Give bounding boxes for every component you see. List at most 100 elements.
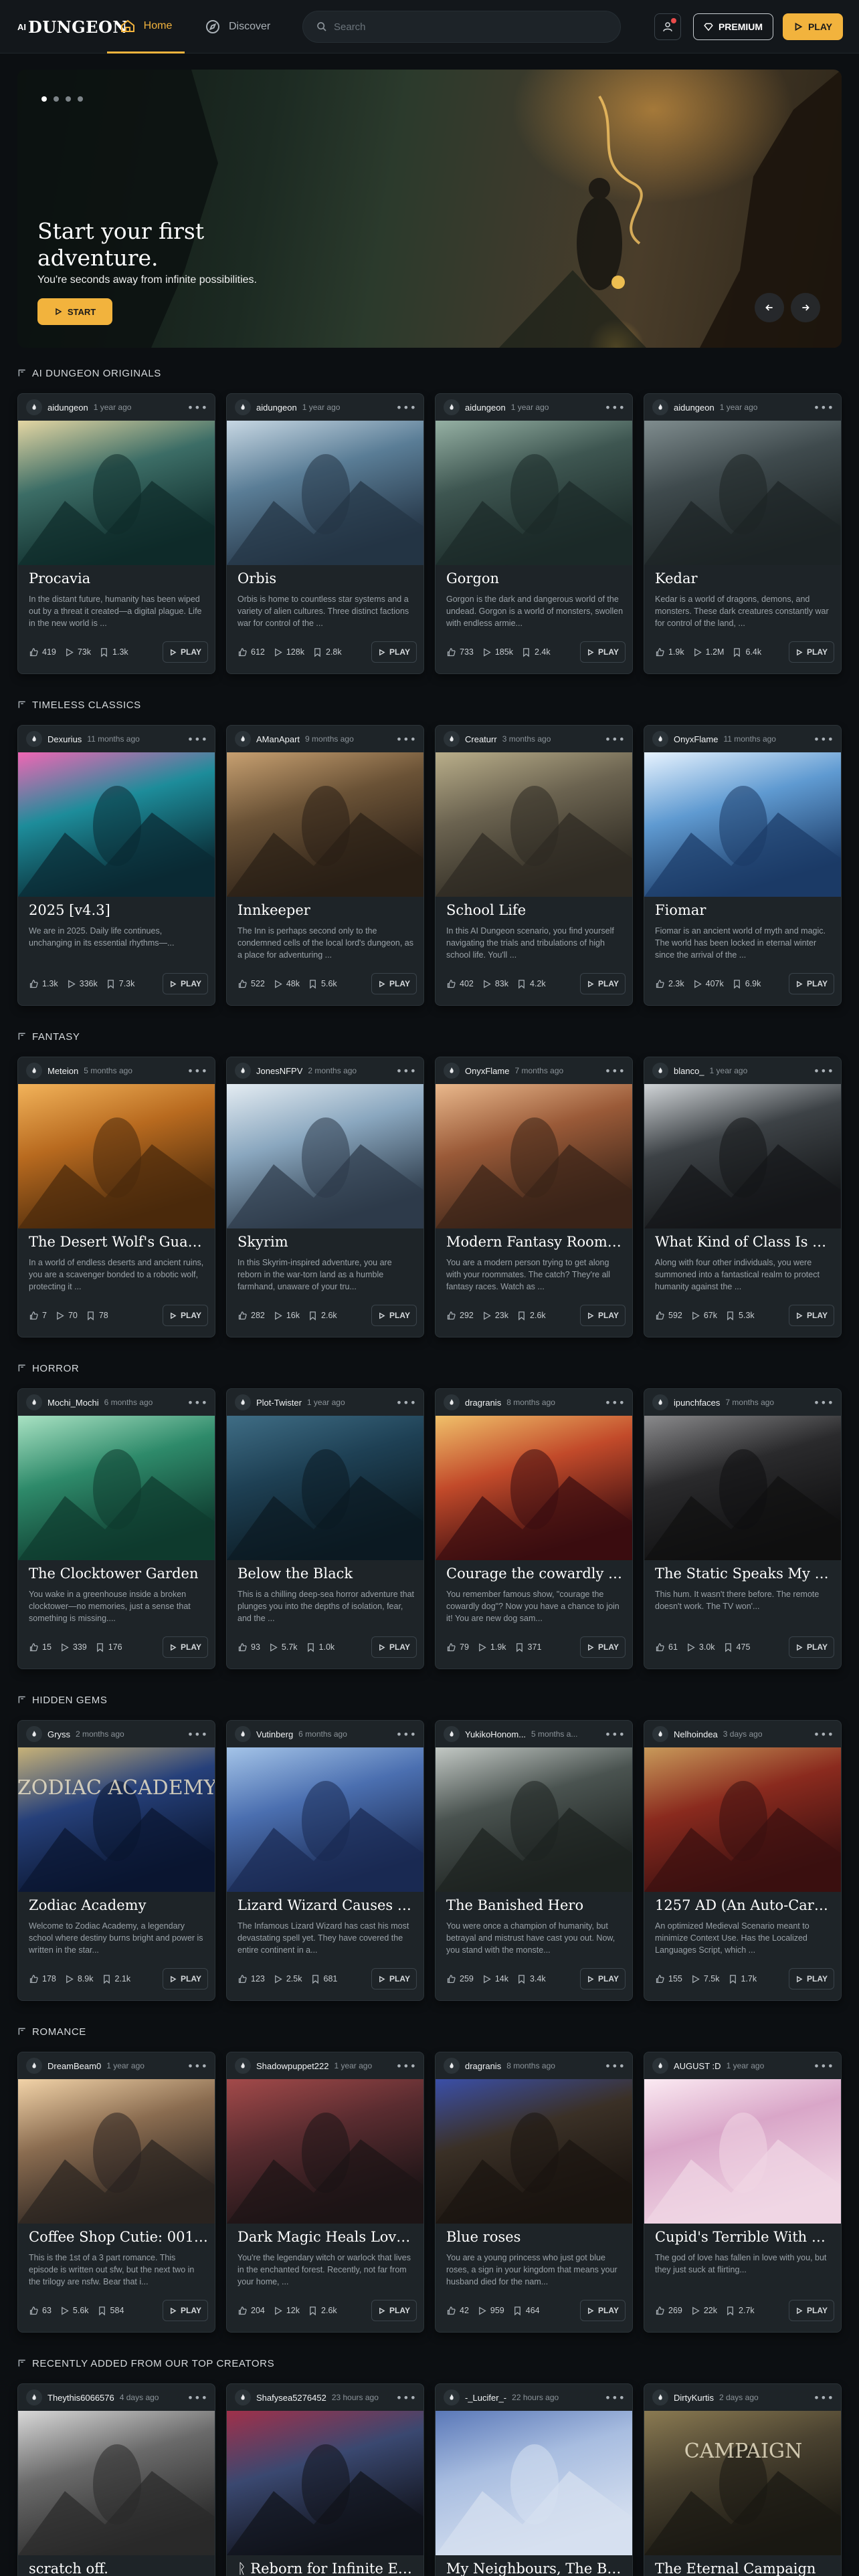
- card-play-button[interactable]: PLAY: [371, 1968, 417, 1990]
- cover-image[interactable]: [436, 1416, 632, 1560]
- author-name[interactable]: OnyxFlame: [465, 1066, 509, 1076]
- more-options-icon[interactable]: •••: [396, 2391, 417, 2404]
- card-play-button[interactable]: PLAY: [163, 973, 208, 994]
- card-title[interactable]: The Static Speaks My Name: [655, 1566, 834, 1582]
- author-name[interactable]: Theythis6066576: [47, 2393, 114, 2403]
- author-avatar[interactable]: [444, 1063, 460, 1079]
- adventure-card[interactable]: Vutinberg 6 months ago ••• Lizard Wizard Ca…: [226, 1720, 424, 2001]
- card-title[interactable]: Zodiac Academy: [29, 1897, 208, 1913]
- more-options-icon[interactable]: •••: [605, 1065, 626, 1077]
- card-title[interactable]: Coffee Shop Cutie: 001 (1/3): [29, 2229, 208, 2245]
- adventure-card[interactable]: Shadowpuppet222 1 year ago ••• Dark Magic H…: [226, 2052, 424, 2333]
- author-name[interactable]: DreamBeam0: [47, 2061, 101, 2071]
- author-name[interactable]: dragranis: [465, 1398, 501, 1408]
- more-options-icon[interactable]: •••: [605, 733, 626, 746]
- cover-image[interactable]: [436, 421, 632, 565]
- card-play-button[interactable]: PLAY: [163, 2300, 208, 2321]
- card-play-button[interactable]: PLAY: [371, 2300, 417, 2321]
- cover-image[interactable]: [227, 752, 423, 897]
- section-title[interactable]: AI DUNGEON ORIGINALS: [17, 365, 161, 381]
- hero-banner[interactable]: Start your first adventure. You're secon…: [17, 70, 842, 348]
- adventure-card[interactable]: Mochi_Mochi 6 months ago ••• The Clocktower…: [17, 1388, 215, 1669]
- card-title[interactable]: Kedar: [655, 570, 834, 586]
- cover-image[interactable]: [18, 421, 215, 565]
- more-options-icon[interactable]: •••: [396, 2060, 417, 2072]
- card-title[interactable]: My Neighbours, The Blue Eyed Girls: [446, 2561, 626, 2576]
- cover-image[interactable]: [644, 752, 841, 897]
- more-options-icon[interactable]: •••: [187, 2060, 208, 2072]
- author-name[interactable]: Gryss: [47, 1729, 70, 1739]
- adventure-card[interactable]: aidungeon 1 year ago ••• Gorgon Gorgon is th…: [435, 393, 633, 674]
- adventure-card[interactable]: aidungeon 1 year ago ••• Procavia In the dis…: [17, 393, 215, 674]
- author-avatar[interactable]: [652, 1726, 668, 1742]
- author-avatar[interactable]: [235, 1394, 251, 1410]
- card-play-button[interactable]: PLAY: [789, 1305, 834, 1326]
- author-name[interactable]: aidungeon: [47, 403, 88, 413]
- cover-image[interactable]: [644, 1084, 841, 1228]
- cover-image[interactable]: [18, 752, 215, 897]
- cover-image[interactable]: [227, 2079, 423, 2224]
- more-options-icon[interactable]: •••: [187, 401, 208, 414]
- card-title[interactable]: ᚱ Reborn for Infinite Evolution: [237, 2561, 417, 2576]
- cover-image[interactable]: [436, 752, 632, 897]
- more-options-icon[interactable]: •••: [187, 1728, 208, 1741]
- author-name[interactable]: Shadowpuppet222: [256, 2061, 328, 2071]
- author-name[interactable]: Dexurius: [47, 734, 82, 744]
- card-play-button[interactable]: PLAY: [163, 1305, 208, 1326]
- author-name[interactable]: dragranis: [465, 2061, 501, 2071]
- cover-image[interactable]: [436, 2411, 632, 2555]
- cover-image[interactable]: [644, 2079, 841, 2224]
- start-button[interactable]: START: [37, 298, 112, 325]
- more-options-icon[interactable]: •••: [396, 1728, 417, 1741]
- card-play-button[interactable]: PLAY: [580, 1636, 626, 1658]
- section-title[interactable]: HORROR: [17, 1360, 79, 1376]
- adventure-card[interactable]: ipunchfaces 7 months ago ••• The Static Spe…: [644, 1388, 842, 1669]
- cover-image[interactable]: [227, 2411, 423, 2555]
- premium-button[interactable]: PREMIUM: [693, 13, 773, 40]
- section-title[interactable]: TIMELESS CLASSICS: [17, 697, 141, 713]
- author-avatar[interactable]: [652, 731, 668, 747]
- more-options-icon[interactable]: •••: [396, 733, 417, 746]
- card-title[interactable]: Orbis: [237, 570, 417, 586]
- cover-image[interactable]: [18, 1084, 215, 1228]
- play-button[interactable]: PLAY: [783, 13, 843, 40]
- more-options-icon[interactable]: •••: [814, 1065, 834, 1077]
- carousel-next-button[interactable]: [791, 293, 820, 322]
- more-options-icon[interactable]: •••: [187, 2391, 208, 2404]
- author-avatar[interactable]: [26, 731, 42, 747]
- author-avatar[interactable]: [235, 1063, 251, 1079]
- cover-image[interactable]: [436, 2079, 632, 2224]
- cover-image[interactable]: [644, 421, 841, 565]
- author-name[interactable]: blanco_: [674, 1066, 704, 1076]
- adventure-card[interactable]: Theythis6066576 4 days ago ••• scratch off.: [17, 2383, 215, 2576]
- card-title[interactable]: 2025 [v4.3]: [29, 902, 208, 918]
- tab-discover[interactable]: Discover: [205, 0, 270, 53]
- cover-image[interactable]: [227, 1084, 423, 1228]
- card-play-button[interactable]: PLAY: [371, 973, 417, 994]
- adventure-card[interactable]: aidungeon 1 year ago ••• Kedar Kedar is a wo…: [644, 393, 842, 674]
- card-title[interactable]: Modern Fantasy Roommates: [446, 1234, 626, 1250]
- more-options-icon[interactable]: •••: [814, 2060, 834, 2072]
- author-name[interactable]: JonesNFPV: [256, 1066, 302, 1076]
- author-avatar[interactable]: [26, 399, 42, 415]
- author-avatar[interactable]: [235, 2389, 251, 2405]
- card-play-button[interactable]: PLAY: [789, 641, 834, 663]
- card-play-button[interactable]: PLAY: [789, 1636, 834, 1658]
- author-avatar[interactable]: [444, 1394, 460, 1410]
- adventure-card[interactable]: OnyxFlame 11 months ago ••• Fiomar Fiomar is…: [644, 725, 842, 1006]
- author-name[interactable]: Vutinberg: [256, 1729, 293, 1739]
- author-name[interactable]: DirtyKurtis: [674, 2393, 714, 2403]
- card-title[interactable]: Lizard Wizard Causes Chaos: [237, 1897, 417, 1913]
- section-title[interactable]: HIDDEN GEMS: [17, 1692, 107, 1708]
- author-avatar[interactable]: [652, 1063, 668, 1079]
- cover-image[interactable]: [18, 1416, 215, 1560]
- author-name[interactable]: aidungeon: [256, 403, 297, 413]
- more-options-icon[interactable]: •••: [396, 1065, 417, 1077]
- author-avatar[interactable]: [444, 2058, 460, 2074]
- card-title[interactable]: Below the Black: [237, 1566, 417, 1582]
- author-avatar[interactable]: [652, 399, 668, 415]
- author-avatar[interactable]: [444, 399, 460, 415]
- cover-image[interactable]: [227, 1416, 423, 1560]
- card-title[interactable]: Skyrim: [237, 1234, 417, 1250]
- adventure-card[interactable]: Gryss 2 months ago ••• ZODIAC ACADEMY Zodiac…: [17, 1720, 215, 2001]
